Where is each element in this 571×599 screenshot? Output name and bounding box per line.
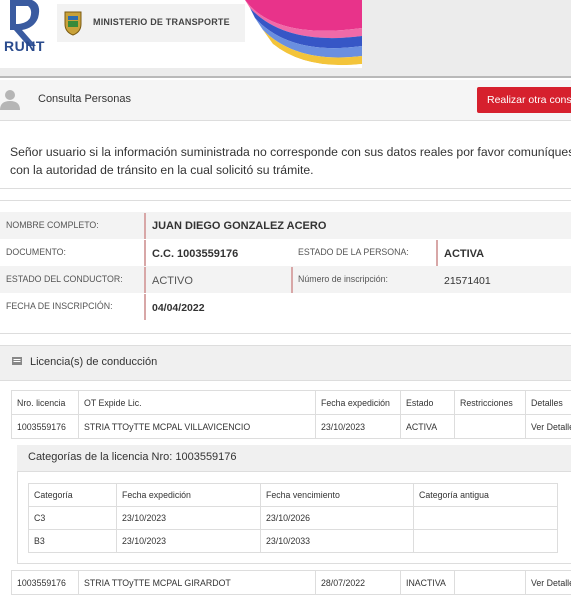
cell-restricciones — [454, 414, 526, 439]
licencias-table: Nro. licencia OT Expide Lic. Fecha exped… — [11, 390, 571, 439]
user-icon — [0, 90, 20, 110]
licencias-table-continued: 1003559176 STRIA TTOyTTE MCPAL GIRARDOT … — [11, 570, 571, 595]
id-card-icon — [12, 357, 22, 365]
col-header: Fecha expedición — [315, 390, 401, 415]
col-header: Restricciones — [454, 390, 526, 415]
table-row: 1003559176 STRIA TTOyTTE MCPAL GIRARDOT … — [11, 570, 571, 595]
cell-restricciones — [454, 570, 526, 595]
categorias-panel-title: Categorías de la licencia Nro: 100355917… — [28, 451, 237, 463]
fecha-inscripcion-value: 04/04/2022 — [152, 302, 205, 314]
divider — [144, 267, 146, 293]
cell-estado: INACTIVA — [400, 570, 455, 595]
documento-value: C.C. 1003559176 — [152, 248, 239, 260]
divider — [291, 267, 293, 293]
cell-fecha: 23/10/2023 — [315, 414, 401, 439]
nombre-value: JUAN DIEGO GONZALEZ ACERO — [152, 220, 327, 232]
table-header-row: Categoría Fecha expedición Fecha vencimi… — [28, 483, 558, 507]
cell-ot: STRIA TTOyTTE MCPAL VILLAVICENCIO — [78, 414, 316, 439]
documento-label: DOCUMENTO: — [6, 247, 66, 257]
new-query-button[interactable]: Realizar otra consulta — [477, 87, 571, 113]
cell-nro: 1003559176 — [11, 570, 79, 595]
col-header: OT Expide Lic. — [78, 390, 316, 415]
col-header: Detalles — [525, 390, 571, 415]
cell-ot: STRIA TTOyTTE MCPAL GIRARDOT — [78, 570, 316, 595]
ver-detalle-link[interactable]: Ver Detalle — [525, 570, 571, 595]
cell-fecha: 28/07/2022 — [315, 570, 401, 595]
estado-conductor-label: ESTADO DEL CONDUCTOR: — [6, 274, 123, 284]
col-header: Nro. licencia — [11, 390, 79, 415]
notice-line-2: con la autoridad de tránsito en la cual … — [10, 163, 314, 177]
table-row: 1003559176 STRIA TTOyTTE MCPAL VILLAVICE… — [11, 414, 571, 439]
estado-persona-label: ESTADO DE LA PERSONA: — [298, 247, 409, 257]
header-divider — [0, 76, 571, 78]
consulta-title: Consulta Personas — [38, 93, 131, 105]
col-header: Estado — [400, 390, 455, 415]
numero-inscripcion-label: Número de inscripción: — [298, 274, 388, 284]
cell-expedicion: 23/10/2023 — [116, 529, 261, 553]
col-header: Fecha vencimiento — [260, 483, 414, 507]
cell-antigua — [413, 529, 558, 553]
cell-expedicion: 23/10/2023 — [116, 506, 261, 530]
divider — [144, 240, 146, 266]
cell-vencimiento: 23/10/2033 — [260, 529, 414, 553]
col-header: Fecha expedición — [116, 483, 261, 507]
table-row: C3 23/10/2023 23/10/2026 — [28, 506, 558, 530]
runt-logo-text: RUNT — [4, 38, 45, 54]
licencias-panel-title: Licencia(s) de conducción — [30, 356, 158, 368]
decorative-waves-graphic — [245, 0, 362, 68]
fecha-inscripcion-label: FECHA DE INSCRIPCIÓN: — [6, 301, 113, 311]
ver-detalle-link[interactable]: Ver Detalle — [525, 414, 571, 439]
ministry-name: MINISTERIO DE TRANSPORTE — [93, 17, 230, 27]
notice-text: Señor usuario si la información suminist… — [10, 143, 571, 179]
cell-estado: ACTIVA — [400, 414, 455, 439]
estado-persona-value: ACTIVA — [444, 248, 485, 260]
cell-nro: 1003559176 — [11, 414, 79, 439]
table-header-row: Nro. licencia OT Expide Lic. Fecha exped… — [11, 390, 571, 415]
nombre-label: NOMBRE COMPLETO: — [6, 220, 99, 230]
cell-categoria: C3 — [28, 506, 117, 530]
cell-vencimiento: 23/10/2026 — [260, 506, 414, 530]
col-header: Categoría — [28, 483, 117, 507]
coat-of-arms-icon — [64, 11, 82, 36]
categorias-table: Categoría Fecha expedición Fecha vencimi… — [28, 483, 558, 553]
col-header: Categoría antigua — [413, 483, 558, 507]
numero-inscripcion-value: 21571401 — [444, 275, 491, 287]
estado-conductor-value: ACTIVO — [152, 275, 193, 287]
divider — [144, 294, 146, 320]
notice-line-1: Señor usuario si la información suminist… — [10, 145, 571, 159]
info-row-documento — [0, 239, 571, 266]
divider — [144, 213, 146, 239]
cell-categoria: B3 — [28, 529, 117, 553]
table-row: B3 23/10/2023 23/10/2033 — [28, 529, 558, 553]
divider — [436, 240, 438, 266]
cell-antigua — [413, 506, 558, 530]
